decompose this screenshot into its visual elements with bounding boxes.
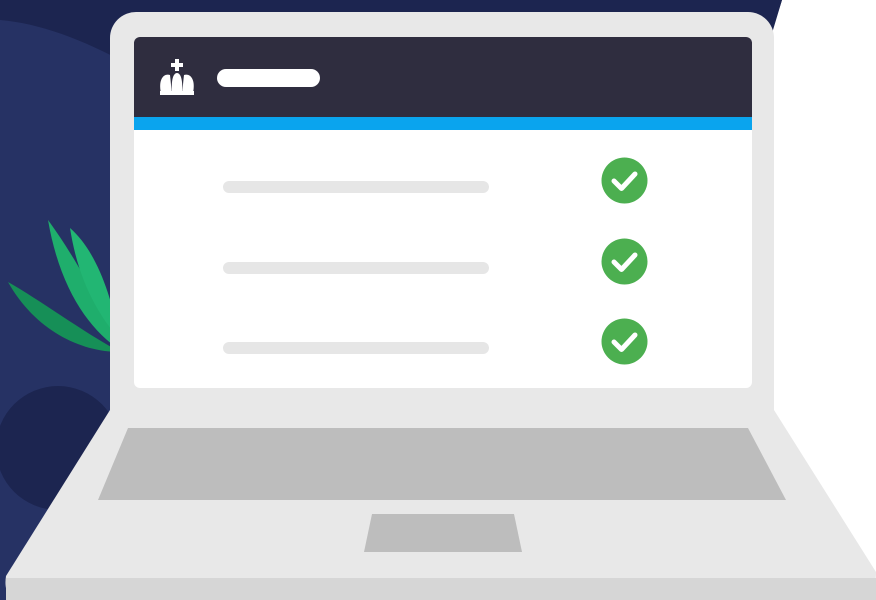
laptop-base <box>5 410 876 600</box>
laptop-front-edge <box>6 578 876 600</box>
trackpad <box>364 514 522 552</box>
keyboard-area <box>98 428 786 500</box>
